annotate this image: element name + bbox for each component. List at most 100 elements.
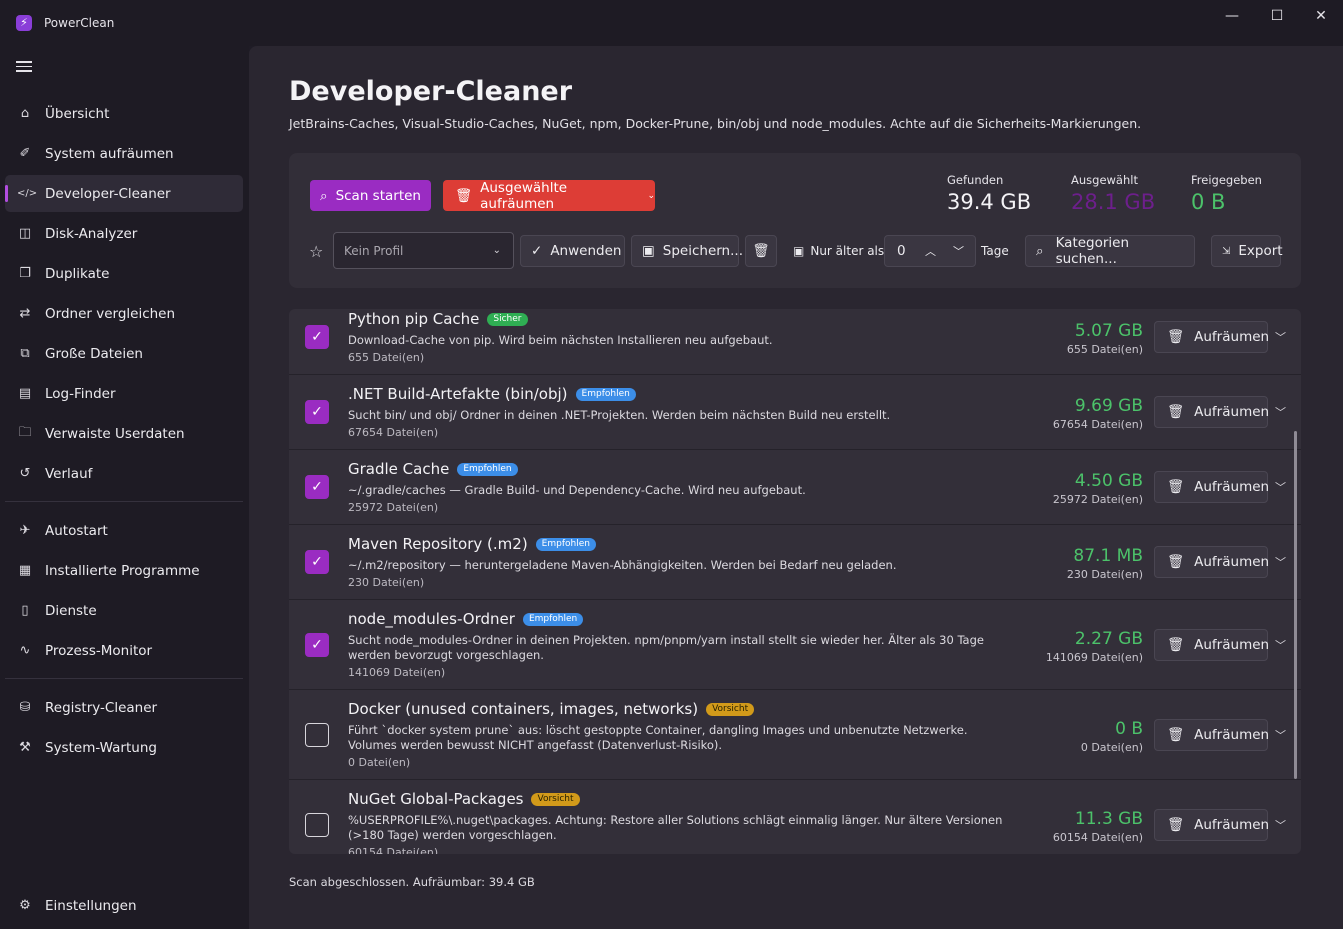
expand-chevron-icon[interactable]: ﹀: [1275, 637, 1286, 653]
code-icon: </>: [17, 188, 38, 199]
days-stepper[interactable]: 0 ︿ ﹀: [884, 235, 976, 267]
expand-chevron-icon[interactable]: ﹀: [1275, 404, 1286, 420]
item-title: Python pip Cache: [348, 310, 480, 328]
item-clean-button[interactable]: 🗑 Aufräumen: [1154, 546, 1269, 578]
sidebar-item-label: Installierte Programme: [45, 562, 200, 579]
favorite-star-icon[interactable]: ☆: [309, 242, 323, 261]
sidebar-item-system-wartung[interactable]: ⚒ System-Wartung: [5, 729, 243, 766]
item-clean-button[interactable]: 🗑 Aufräumen: [1154, 719, 1269, 751]
list-scrollbar[interactable]: [1294, 431, 1297, 779]
sidebar-item-verlauf[interactable]: ↺ Verlauf: [5, 455, 243, 492]
sidebar-item-registry-cleaner[interactable]: ⛁ Registry-Cleaner: [5, 689, 243, 726]
scan-button[interactable]: ⌕ Scan starten: [310, 180, 431, 211]
save-button[interactable]: ▣ Speichern...: [631, 235, 743, 267]
item-checkbox[interactable]: ✓: [305, 400, 329, 424]
sidebar: ⌂ Übersicht ✐ System aufräumen </> Devel…: [0, 46, 249, 929]
item-size-count: 655 Datei(en): [1066, 343, 1143, 356]
status-badge: Empfohlen: [522, 612, 584, 626]
sidebar-item-label: Duplikate: [45, 265, 110, 282]
item-clean-button[interactable]: 🗑 Aufräumen: [1154, 321, 1269, 353]
sidebar-item-verwaiste-userdaten[interactable]: 🗀 Verwaiste Userdaten: [5, 415, 243, 452]
close-button[interactable]: ✕: [1298, 0, 1343, 32]
main-content: Developer-Cleaner JetBrains-Caches, Visu…: [249, 46, 1343, 929]
item-size: 2.27 GB: [1074, 629, 1143, 649]
expand-chevron-icon[interactable]: ﹀: [1275, 817, 1286, 833]
sidebar-item-label: Disk-Analyzer: [45, 225, 138, 242]
sidebar-item-log-finder[interactable]: ▤ Log-Finder: [5, 375, 243, 412]
expand-chevron-icon[interactable]: ﹀: [1275, 554, 1286, 570]
item-checkbox[interactable]: ✓: [305, 550, 329, 574]
page-title: Developer-Cleaner: [289, 76, 573, 107]
decrement-icon[interactable]: ﹀: [953, 243, 964, 259]
disk-icon: ◫: [18, 226, 32, 241]
item-checkbox[interactable]: ✓: [305, 633, 329, 657]
item-checkbox[interactable]: ✓: [305, 325, 329, 349]
sidebar-item-disk-analyzer[interactable]: ◫ Disk-Analyzer: [5, 215, 243, 252]
sidebar-item-installierte-programme[interactable]: ▦ Installierte Programme: [5, 552, 243, 589]
item-file-count: 655 Datei(en): [348, 351, 425, 364]
item-title: .NET Build-Artefakte (bin/obj): [348, 385, 568, 403]
sidebar-item-label: Log-Finder: [45, 385, 116, 402]
stat-found: Gefunden 39.4 GB: [947, 173, 1032, 214]
item-size-count: 25972 Datei(en): [1052, 493, 1143, 506]
item-file-count: 230 Datei(en): [348, 576, 425, 589]
sidebar-item-system-aufraeumen[interactable]: ✐ System aufräumen: [5, 135, 243, 172]
sidebar-item-duplikate[interactable]: ❐ Duplikate: [5, 255, 243, 292]
status-badge: Empfohlen: [575, 387, 636, 401]
item-size-count: 230 Datei(en): [1066, 568, 1143, 581]
item-file-count: 67654 Datei(en): [348, 426, 439, 439]
stat-selected: Ausgewählt 28.1 GB: [1071, 173, 1156, 214]
history-icon: ↺: [19, 466, 31, 481]
sidebar-item-grosse-dateien[interactable]: ⧉ Große Dateien: [5, 335, 243, 372]
maximize-button[interactable]: ☐: [1254, 0, 1300, 32]
item-clean-button[interactable]: 🗑 Aufräumen: [1154, 629, 1269, 661]
profile-select[interactable]: Kein Profil ⌄: [333, 232, 514, 269]
item-file-count: 141069 Datei(en): [348, 666, 446, 679]
item-checkbox[interactable]: ✓: [305, 475, 329, 499]
sidebar-item-developer-cleaner[interactable]: </> Developer-Cleaner: [5, 175, 243, 212]
large-files-icon: ⧉: [20, 346, 30, 361]
sidebar-item-label: Große Dateien: [45, 345, 143, 362]
item-description: ~/.gradle/caches — Gradle Build- und Dep…: [348, 483, 806, 497]
status-badge: Sicher: [487, 312, 528, 326]
item-title: Maven Repository (.m2): [348, 535, 528, 553]
item-size: 0 B: [1115, 719, 1143, 739]
category-search-input[interactable]: ⌕ Kategorien suchen...: [1025, 235, 1195, 267]
sidebar-item-label: Registry-Cleaner: [45, 699, 158, 716]
sidebar-item-uebersicht[interactable]: ⌂ Übersicht: [5, 95, 243, 132]
clean-selected-button[interactable]: 🗑 Ausgewählte aufräumen ⌄: [443, 180, 655, 212]
minimize-button[interactable]: —: [1209, 0, 1255, 32]
sidebar-item-einstellungen[interactable]: ⚙ Einstellungen: [5, 887, 243, 924]
item-clean-button[interactable]: 🗑 Aufräumen: [1154, 809, 1269, 841]
chevron-down-icon: ⌄: [492, 245, 501, 256]
apply-button[interactable]: ✓ Anwenden: [520, 235, 625, 267]
increment-icon[interactable]: ︿: [925, 243, 936, 259]
item-description: Sucht bin/ und obj/ Ordner in deinen .NE…: [348, 408, 891, 422]
toolbar-card: ⌕ Scan starten 🗑 Ausgewählte aufräumen ⌄…: [289, 153, 1301, 288]
export-button[interactable]: ⇲ Export: [1211, 235, 1283, 267]
item-checkbox[interactable]: [305, 813, 329, 837]
category-list: ✓ Python pip Cache Sicher Download-Cache…: [289, 309, 1301, 854]
list-item: ✓ .NET Build-Artefakte (bin/obj) Empfohl…: [289, 375, 1301, 450]
item-size: 9.69 GB: [1074, 396, 1143, 416]
sidebar-item-label: Einstellungen: [45, 897, 137, 914]
item-clean-button[interactable]: 🗑 Aufräumen: [1154, 471, 1269, 503]
sidebar-item-ordner-vergleichen[interactable]: ⇄ Ordner vergleichen: [5, 295, 243, 332]
gear-icon: ⚙: [19, 898, 31, 913]
item-clean-button[interactable]: 🗑 Aufräumen: [1154, 396, 1269, 428]
hamburger-menu-icon[interactable]: [16, 58, 32, 74]
sidebar-item-prozess-monitor[interactable]: ∿ Prozess-Monitor: [5, 632, 243, 669]
sidebar-item-label: Dienste: [45, 602, 97, 619]
search-icon: ⌕: [1036, 243, 1044, 259]
item-checkbox[interactable]: [305, 723, 329, 747]
expand-chevron-icon[interactable]: ﹀: [1275, 727, 1286, 743]
expand-chevron-icon[interactable]: ﹀: [1275, 479, 1286, 495]
sidebar-item-dienste[interactable]: ▯ Dienste: [5, 592, 243, 629]
status-text: Scan abgeschlossen. Aufräumbar: 39.4 GB: [289, 875, 535, 889]
trash-icon: 🗑: [752, 243, 770, 259]
delete-profile-button[interactable]: 🗑: [745, 235, 777, 267]
older-than-label: ▣ Nur älter als: [793, 244, 885, 258]
expand-chevron-icon[interactable]: ﹀: [1275, 329, 1286, 345]
sidebar-item-autostart[interactable]: ✈ Autostart: [5, 512, 243, 549]
trash-icon: 🗑: [1167, 817, 1185, 833]
